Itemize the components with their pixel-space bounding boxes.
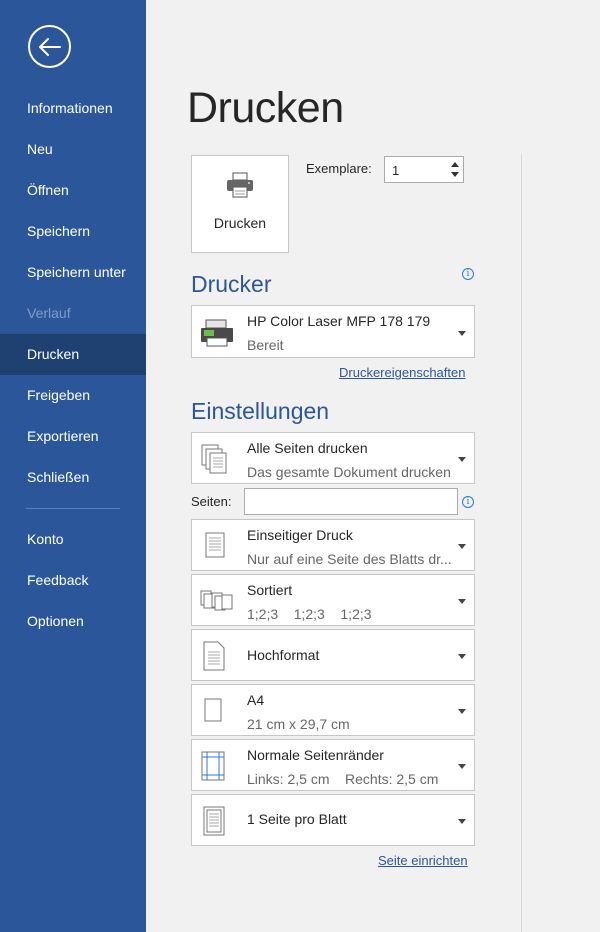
print-range-desc: Das gesamte Dokument drucken <box>247 464 451 480</box>
preview-divider <box>521 154 522 932</box>
chevron-down-icon <box>458 599 466 604</box>
printer-name: HP Color Laser MFP 178 179 <box>247 313 431 329</box>
duplex-desc: Nur auf eine Seite des Blatts dr... <box>247 551 452 567</box>
pages-per-sheet-title: 1 Seite pro Blatt <box>247 811 347 827</box>
copies-decrement-button[interactable] <box>449 169 461 180</box>
sidebar-item-freigeben[interactable]: Freigeben <box>0 375 146 416</box>
backstage-sidebar: Informationen Neu Öffnen Speichern Speic… <box>0 0 146 932</box>
chevron-down-icon <box>458 331 466 336</box>
pages-per-sheet-icon <box>200 805 228 842</box>
sidebar-item-oeffnen[interactable]: Öffnen <box>0 170 146 211</box>
sidebar-item-feedback[interactable]: Feedback <box>0 560 146 601</box>
printer-select[interactable]: HP Color Laser MFP 178 179 Bereit <box>191 305 475 358</box>
print-range-title: Alle Seiten drucken <box>247 440 368 456</box>
copies-value: 1 <box>392 163 400 178</box>
collation-title: Sortiert <box>247 582 293 598</box>
margins-icon <box>200 750 228 787</box>
printer-status: Bereit <box>247 337 284 353</box>
paper-size-title: A4 <box>247 692 265 708</box>
chevron-down-icon <box>458 819 466 824</box>
info-icon[interactable]: i <box>462 268 474 280</box>
orientation-select[interactable]: Hochformat <box>191 629 475 681</box>
pages-input[interactable] <box>244 488 458 515</box>
portrait-icon <box>200 640 228 677</box>
collation-select[interactable]: Sortiert 1;2;3 1;2;3 1;2;3 <box>191 574 475 626</box>
printer-section-title: Drucker <box>191 271 272 297</box>
caret-down-icon <box>451 172 459 177</box>
info-icon[interactable]: i <box>462 496 474 508</box>
pages-stack-icon <box>200 443 228 480</box>
paper-size-select[interactable]: A4 21 cm x 29,7 cm <box>191 684 475 736</box>
sidebar-divider <box>26 508 120 509</box>
sidebar-item-informationen[interactable]: Informationen <box>0 88 146 129</box>
sidebar-item-neu[interactable]: Neu <box>0 129 146 170</box>
sidebar-item-speichern[interactable]: Speichern <box>0 211 146 252</box>
collated-icon <box>200 589 234 618</box>
sidebar-item-schliessen[interactable]: Schließen <box>0 457 146 498</box>
print-button[interactable]: Drucken <box>191 155 289 253</box>
print-button-label: Drucken <box>213 215 267 231</box>
settings-section-title: Einstellungen <box>191 398 330 424</box>
printer-icon <box>225 172 255 203</box>
sidebar-item-optionen[interactable]: Optionen <box>0 601 146 642</box>
caret-up-icon <box>451 162 459 167</box>
duplex-title: Einseitiger Druck <box>247 527 353 543</box>
sidebar-item-speichern-unter[interactable]: Speichern unter <box>0 252 146 293</box>
page-setup-link[interactable]: Seite einrichten <box>378 853 468 868</box>
sidebar-item-drucken[interactable]: Drucken <box>0 334 146 375</box>
chevron-down-icon <box>458 654 466 659</box>
copies-input[interactable]: 1 <box>384 156 464 183</box>
arrow-left-icon <box>38 37 61 56</box>
sidebar-item-exportieren[interactable]: Exportieren <box>0 416 146 457</box>
paper-size-desc: 21 cm x 29,7 cm <box>247 716 350 732</box>
print-range-select[interactable]: Alle Seiten drucken Das gesamte Dokument… <box>191 432 475 484</box>
chevron-down-icon <box>458 544 466 549</box>
printer-properties-link[interactable]: Druckereigenschaften <box>339 365 465 380</box>
paper-size-icon <box>200 697 228 730</box>
back-button[interactable] <box>28 25 71 68</box>
pages-per-sheet-select[interactable]: 1 Seite pro Blatt <box>191 794 475 846</box>
orientation-title: Hochformat <box>247 647 320 663</box>
printer-device-icon <box>200 318 234 353</box>
pages-label: Seiten: <box>191 494 232 509</box>
copies-label: Exemplare: <box>306 161 372 176</box>
single-sided-icon <box>200 530 228 567</box>
chevron-down-icon <box>458 709 466 714</box>
sidebar-nav: Informationen Neu Öffnen Speichern Speic… <box>0 88 146 642</box>
chevron-down-icon <box>458 764 466 769</box>
sidebar-item-konto[interactable]: Konto <box>0 519 146 560</box>
margins-desc: Links: 2,5 cm Rechts: 2,5 cm <box>247 771 439 787</box>
chevron-down-icon <box>458 457 466 462</box>
page-title: Drucken <box>187 84 344 132</box>
duplex-select[interactable]: Einseitiger Druck Nur auf eine Seite des… <box>191 519 475 571</box>
margins-select[interactable]: Normale Seitenränder Links: 2,5 cm Recht… <box>191 739 475 791</box>
margins-title: Normale Seitenränder <box>247 747 384 763</box>
sidebar-item-verlauf: Verlauf <box>27 305 71 321</box>
collation-desc: 1;2;3 1;2;3 1;2;3 <box>247 606 372 622</box>
